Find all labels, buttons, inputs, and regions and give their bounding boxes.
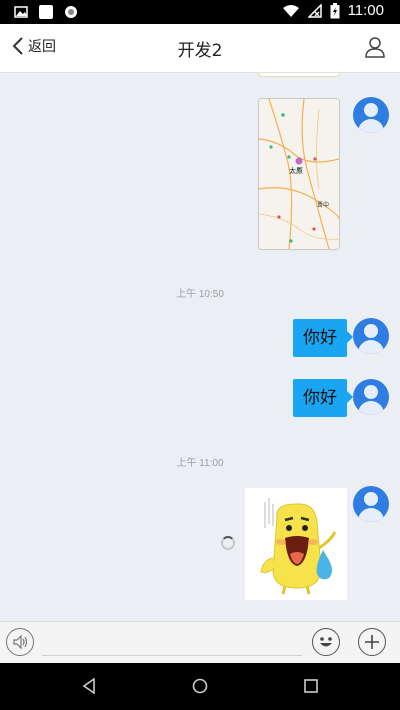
chat-title: 开发2 — [177, 41, 223, 61]
timestamp-divider: 上午 10:50 — [176, 289, 224, 300]
sending-spinner-icon — [221, 536, 235, 550]
nav-recents-icon[interactable] — [304, 679, 318, 693]
user-icon — [365, 37, 385, 58]
signal-off-icon — [307, 3, 322, 18]
avatar[interactable] — [353, 97, 389, 133]
map-label-jinzhong: 晋中 — [317, 201, 329, 209]
battery-charging-icon — [330, 2, 340, 18]
timestamp-divider: 上午 11:00 — [176, 458, 224, 469]
status-bar: 11:00 — [0, 0, 400, 24]
status-time: 11:00 — [347, 2, 384, 19]
location-map-message[interactable]: 太原 晋中 — [258, 98, 340, 250]
profile-button[interactable] — [364, 36, 386, 62]
chat-header: 返回 开发2 — [0, 24, 400, 73]
wifi-icon — [282, 4, 299, 17]
more-button[interactable] — [358, 628, 386, 656]
nav-back-icon[interactable] — [82, 678, 96, 694]
voice-toggle-button[interactable] — [6, 628, 34, 656]
smiley-icon — [320, 637, 332, 647]
image-notification-icon — [14, 6, 28, 18]
map-image: 太原 晋中 — [259, 99, 339, 249]
sticker-message[interactable] — [245, 488, 347, 600]
message-input[interactable] — [42, 655, 302, 656]
input-bar — [0, 621, 400, 664]
status-left-icons — [14, 4, 78, 20]
sticker-image — [260, 498, 337, 595]
previous-message-card[interactable] — [258, 73, 340, 77]
system-nav-bar — [0, 663, 400, 710]
avatar[interactable] — [353, 486, 389, 522]
status-right: 11:00 — [282, 2, 384, 19]
emoji-button[interactable] — [312, 628, 340, 656]
map-label-taiyuan: 太原 — [289, 166, 303, 175]
plus-icon — [365, 635, 379, 649]
avatar[interactable] — [353, 318, 389, 354]
message-list[interactable]: 太原 晋中 上午 10:50 你好 你好 上午 11:00 — [0, 73, 400, 621]
text-message[interactable]: 你好 — [293, 319, 353, 357]
square-notification-icon — [39, 5, 53, 19]
text-message[interactable]: 你好 — [293, 379, 353, 417]
circle-notification-icon — [65, 6, 77, 18]
avatar[interactable] — [353, 379, 389, 415]
nav-home-icon[interactable] — [192, 678, 208, 694]
speaker-icon — [13, 634, 28, 650]
